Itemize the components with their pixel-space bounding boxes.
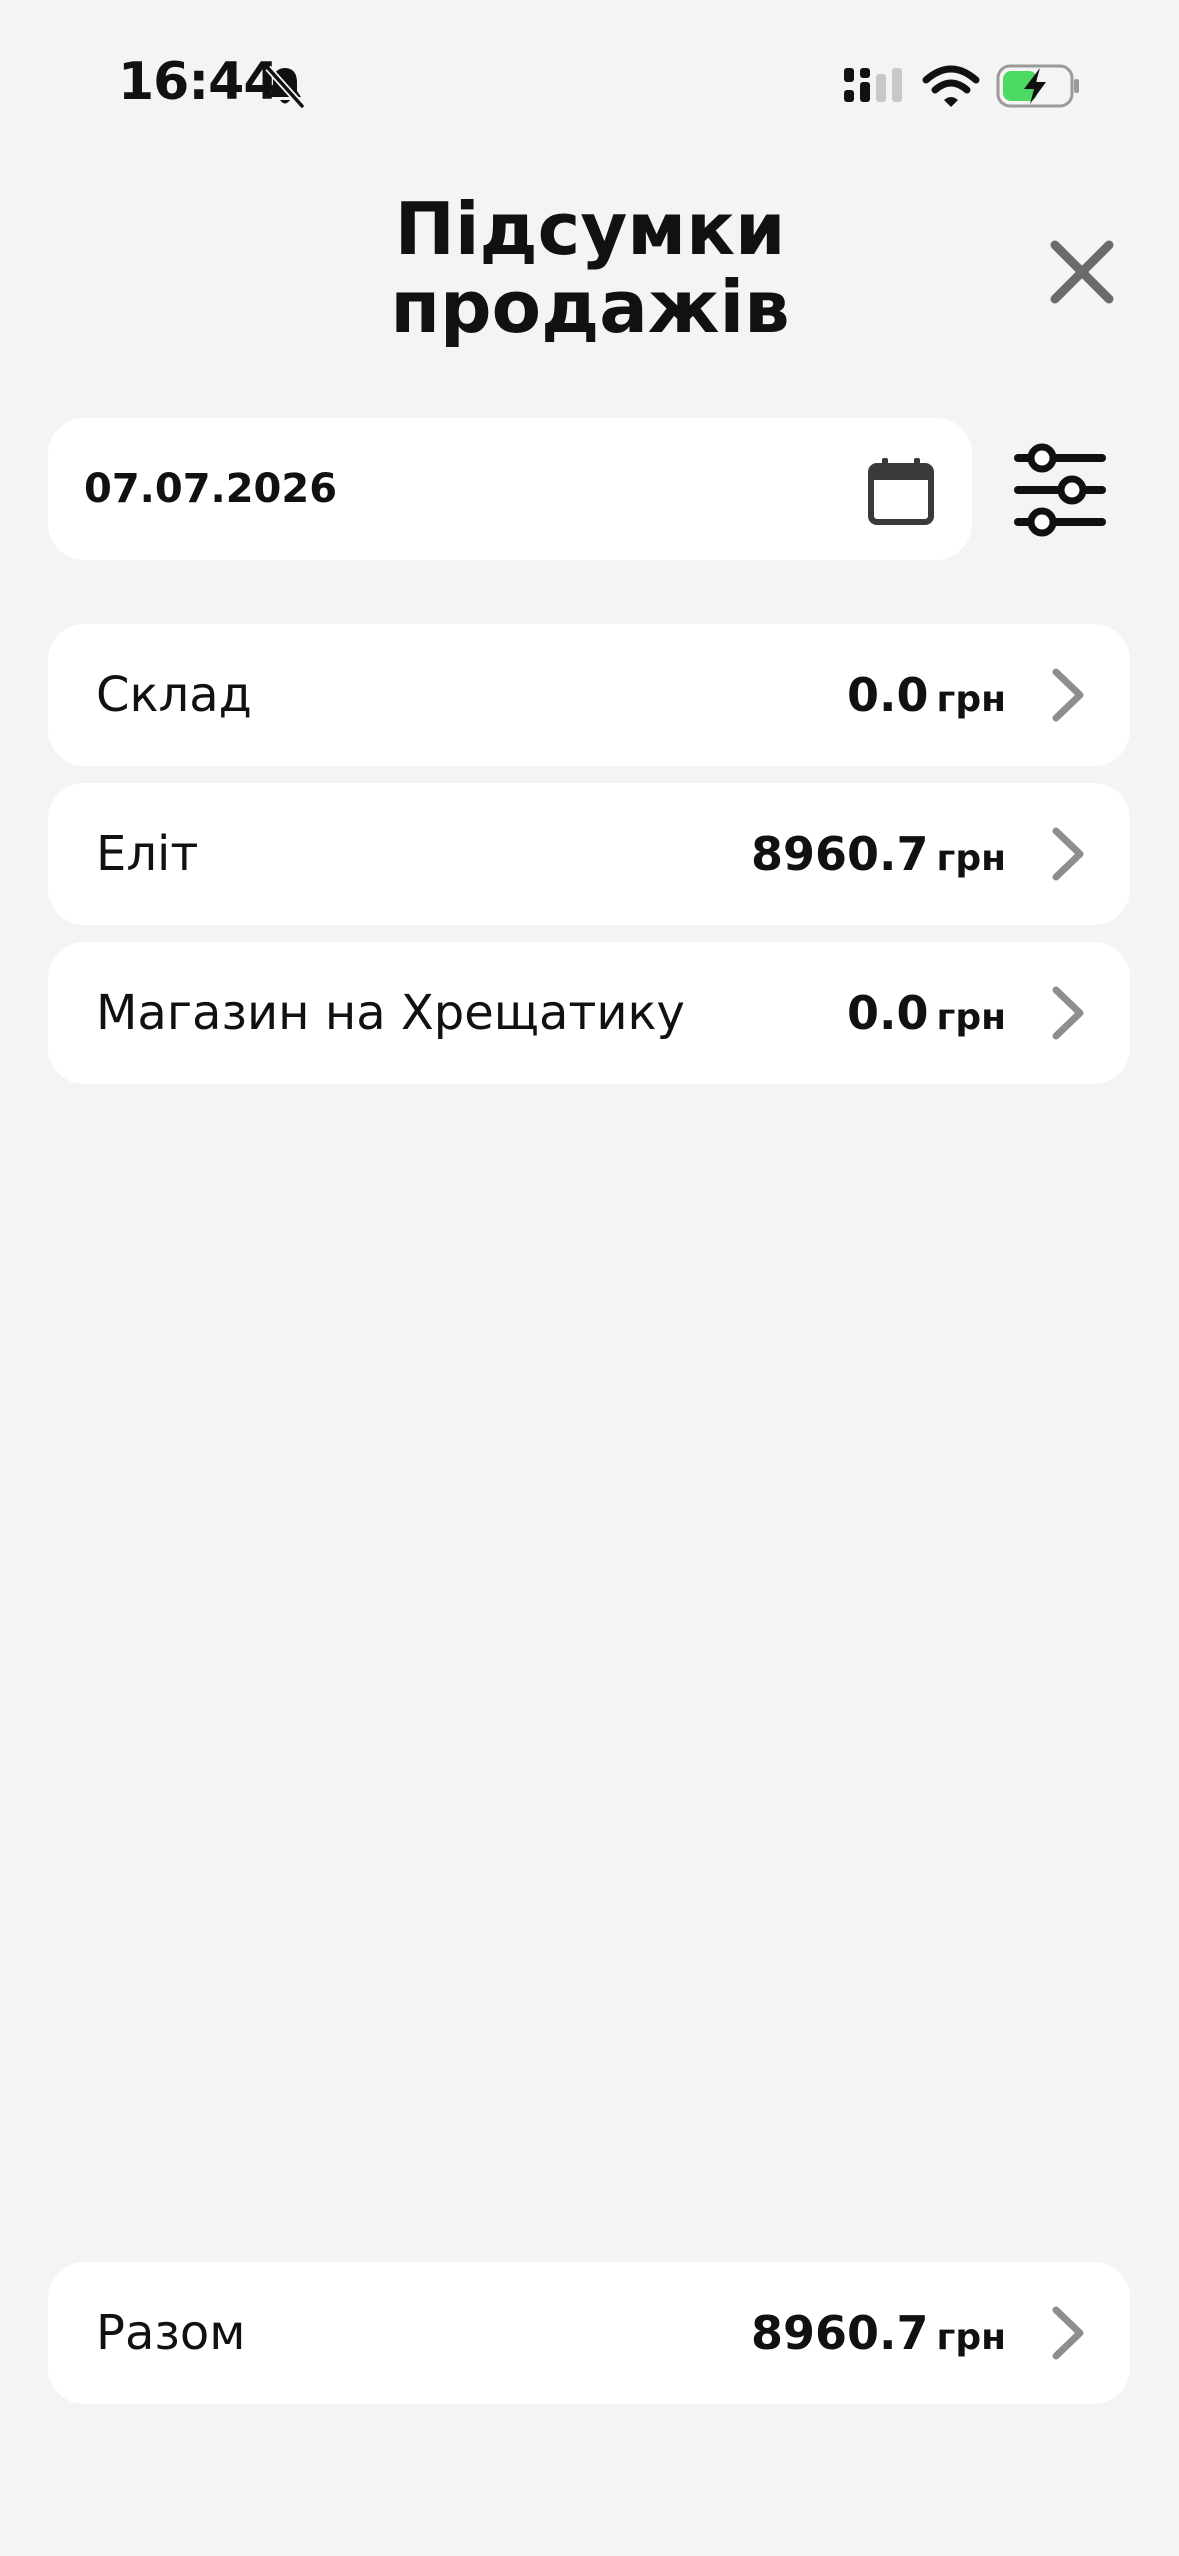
store-row-sklad[interactable]: Склад 0.0 грн (48, 624, 1130, 766)
page-title-line2: продажів (390, 265, 790, 349)
calendar-icon[interactable] (866, 456, 936, 526)
page-title-line1: Підсумки (394, 187, 786, 271)
store-amount: 0.0 грн (847, 624, 1006, 766)
status-bar: 16:44 (0, 0, 1179, 170)
chevron-right-icon (1052, 827, 1084, 881)
amount-unit: грн (936, 838, 1006, 879)
chevron-right-icon (1052, 986, 1084, 1040)
total-row[interactable]: Разом 8960.7 грн (48, 2262, 1130, 2404)
amount-value: 0.0 (847, 986, 929, 1040)
battery-charging-icon (996, 64, 1079, 108)
amount-unit: грн (936, 679, 1006, 720)
store-name: Магазин на Хрещатику (96, 985, 685, 1041)
date-value: 07.07.2026 (84, 466, 338, 512)
total-label: Разом (96, 2305, 246, 2361)
date-picker-field[interactable]: 07.07.2026 (48, 418, 972, 560)
cellular-icon (844, 68, 902, 102)
store-row-khreshchatyk[interactable]: Магазин на Хрещатику 0.0 грн (48, 942, 1130, 1084)
amount-unit: грн (936, 2317, 1006, 2358)
store-list: Склад 0.0 грн Еліт 8960.7 грн Магазин на Х… (48, 624, 1130, 1101)
total-amount: 8960.7 грн (751, 2262, 1006, 2404)
amount-value: 8960.7 (751, 827, 929, 881)
store-row-elit[interactable]: Еліт 8960.7 грн (48, 783, 1130, 925)
store-name: Еліт (96, 826, 199, 882)
page-title: Підсумки продажів (290, 190, 890, 346)
wifi-icon (922, 65, 980, 107)
store-amount: 0.0 грн (847, 942, 1006, 1084)
sliders-icon[interactable] (1010, 440, 1110, 540)
amount-unit: грн (936, 997, 1006, 1038)
chevron-right-icon (1052, 668, 1084, 722)
store-amount: 8960.7 грн (751, 783, 1006, 925)
sales-summary-screen: 16:44 Підсумки продажів 07.07.2026 Склад… (0, 0, 1179, 2556)
chevron-right-icon (1052, 2306, 1084, 2360)
amount-value: 0.0 (847, 668, 929, 722)
amount-value: 8960.7 (751, 2306, 929, 2360)
close-button[interactable] (1042, 232, 1122, 312)
status-time: 16:44 (118, 52, 280, 112)
bell-muted-icon (265, 65, 305, 109)
store-name: Склад (96, 667, 252, 723)
close-icon (1050, 240, 1114, 304)
